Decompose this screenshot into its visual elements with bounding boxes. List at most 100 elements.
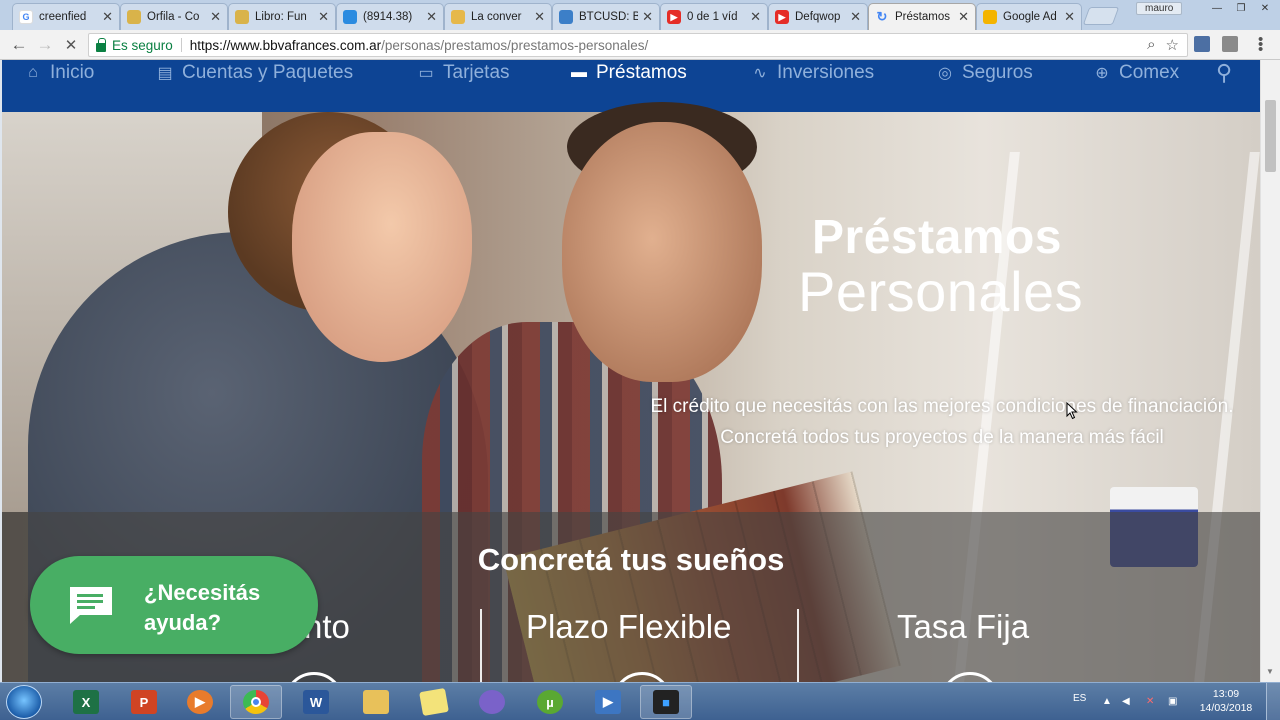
utorrent-icon: µ (537, 690, 563, 714)
coin-icon (235, 10, 249, 24)
nav-item-seguros[interactable]: ◎ Seguros (936, 60, 1033, 86)
chart-icon (343, 10, 357, 24)
tab-title: Orfila - Co (147, 11, 200, 23)
scroll-down-icon[interactable]: ▼ (1266, 667, 1274, 676)
close-icon[interactable]: ✕ (102, 9, 113, 25)
tab-title: Defqwop (795, 11, 841, 23)
nav-item-comex[interactable]: ⊕ Comex (1093, 60, 1179, 86)
tab-title: Libro: Fun (255, 11, 307, 23)
clock-date: 14/03/2018 (1199, 702, 1253, 714)
volume-icon[interactable]: ◀ (1122, 696, 1134, 708)
media-icon: ▶ (187, 690, 213, 714)
camera-extension-icon[interactable] (1222, 36, 1238, 52)
hero-description: El crédito que necesitás con las mejores… (650, 396, 1234, 448)
bookmark-star-icon[interactable]: ☆ (1166, 36, 1179, 54)
profile-button[interactable]: mauro (1136, 2, 1183, 15)
zoom-icon[interactable]: ⌕ (1147, 36, 1155, 54)
close-icon[interactable]: ✕ (534, 9, 545, 25)
tab-libro[interactable]: Libro: Fun ✕ (228, 3, 336, 30)
help-chat-button[interactable]: ¿Necesitás ayuda? (30, 556, 318, 654)
taskbar-utorrent[interactable]: µ (524, 685, 576, 719)
taskbar-powerpoint[interactable]: P (118, 685, 170, 719)
taskbar-recorder[interactable]: ■ (640, 685, 692, 719)
lock-icon (96, 37, 106, 52)
player-icon: ▶ (595, 690, 621, 714)
close-icon[interactable]: ✕ (210, 9, 221, 25)
close-icon[interactable]: ✕ (958, 9, 969, 25)
close-icon[interactable]: ✕ (850, 9, 861, 25)
start-button[interactable] (6, 685, 42, 719)
taskbar-excel[interactable]: X (60, 685, 112, 719)
network-warning-icon[interactable]: ✕ (1146, 696, 1158, 708)
extension-icon[interactable] (1194, 36, 1210, 52)
tab-prestamos[interactable]: ↻ Préstamos ✕ (868, 3, 976, 30)
nav-item-prestamos[interactable]: ▬ Préstamos (570, 60, 687, 86)
card-icon: ▭ (418, 65, 434, 82)
tab-video[interactable]: ▶ 0 de 1 víd ✕ (660, 3, 768, 30)
close-icon[interactable]: ✕ (750, 9, 761, 25)
lifebuoy-icon: ◎ (938, 65, 952, 82)
action-center-icon[interactable]: ▣ (1168, 696, 1180, 708)
vertical-scrollbar[interactable]: ▲ ▼ (1260, 60, 1280, 682)
forward-icon[interactable]: → (34, 35, 56, 55)
google-icon: G (19, 10, 33, 24)
windows-taskbar: X P ▶ W µ ▶ ■ ES ▲ ◀ ✕ ▣ 13:09 14/03/201… (0, 682, 1280, 720)
clock-time: 13:09 (1212, 688, 1240, 700)
taskbar-word[interactable]: W (290, 685, 342, 719)
feature-plazo-flexible: Plazo Flexible (526, 608, 732, 645)
close-icon[interactable]: ✕ (318, 9, 329, 25)
globe-icon: ⊕ (1095, 65, 1109, 82)
help-label-line2: ayuda? (144, 610, 222, 635)
hero-photo-man-face (562, 122, 762, 382)
home-icon: ⌂ (28, 64, 38, 81)
tab-title: creenfied (39, 11, 87, 23)
mouse-cursor-icon (1066, 402, 1078, 420)
tab-btcusd[interactable]: BTCUSD: B ✕ (552, 3, 660, 30)
feature-divider (797, 609, 799, 682)
taskbar-explorer[interactable] (350, 685, 402, 719)
taskbar-player[interactable]: ▶ (582, 685, 634, 719)
close-icon[interactable]: ✕ (642, 9, 653, 25)
window-controls: — ❐ ✕ (1206, 1, 1276, 16)
taskbar-media[interactable]: ▶ (174, 685, 226, 719)
nav-item-cuentas[interactable]: ▤ Cuentas y Paquetes (156, 60, 353, 86)
tab-defqwop[interactable]: ▶ Defqwop ✕ (768, 3, 868, 30)
nav-item-inicio[interactable]: ⌂ Inicio (24, 60, 94, 86)
close-window-icon[interactable]: ✕ (1254, 1, 1276, 16)
chart-icon (559, 10, 573, 24)
divider (180, 38, 182, 52)
minimize-icon[interactable]: — (1206, 1, 1228, 16)
tab-la-conver[interactable]: La conver ✕ (444, 3, 552, 30)
tab-title: Google Ad (1003, 11, 1057, 23)
tab-google-search[interactable]: G creenfied ✕ (12, 3, 120, 30)
search-icon[interactable]: ⚲ (1216, 60, 1232, 86)
stop-loading-icon[interactable]: ✕ (60, 35, 82, 55)
nav-item-inversiones[interactable]: ∿ Inversiones (751, 60, 874, 86)
help-label: ¿Necesitás ayuda? (144, 578, 260, 638)
tab-google-ads[interactable]: Google Ad ✕ (976, 3, 1082, 30)
tab-title: BTCUSD: B (579, 11, 639, 23)
language-indicator[interactable]: ES (1073, 693, 1086, 704)
new-tab-button[interactable] (1082, 7, 1120, 25)
hero-subtitle: Personales (798, 260, 1084, 323)
system-clock[interactable]: 13:09 14/03/2018 (1196, 687, 1256, 715)
back-icon[interactable]: ← (8, 35, 30, 55)
close-icon[interactable]: ✕ (426, 9, 437, 25)
scrollbar-thumb[interactable] (1265, 100, 1276, 172)
taskbar-chrome[interactable] (230, 685, 282, 719)
sticky-notes-icon (419, 687, 449, 717)
tab-ticker[interactable]: (8914.38) ✕ (336, 3, 444, 30)
nav-item-tarjetas[interactable]: ▭ Tarjetas (417, 60, 510, 86)
powerpoint-icon: P (131, 690, 157, 714)
nav-item-label: Tarjetas (443, 62, 510, 83)
address-bar[interactable]: Es seguro https://www.bbvafrances.com.ar… (88, 33, 1188, 57)
tab-orfila[interactable]: Orfila - Co ✕ (120, 3, 228, 30)
restore-icon[interactable]: ❐ (1230, 1, 1252, 16)
close-icon[interactable]: ✕ (1064, 9, 1075, 25)
show-hidden-icons-icon[interactable]: ▲ (1102, 696, 1114, 708)
feature-icon (284, 672, 344, 682)
menu-icon[interactable]: • • • (1258, 32, 1263, 57)
show-desktop-button[interactable] (1266, 683, 1280, 720)
taskbar-notes[interactable] (408, 685, 460, 719)
taskbar-torrent[interactable] (466, 685, 518, 719)
